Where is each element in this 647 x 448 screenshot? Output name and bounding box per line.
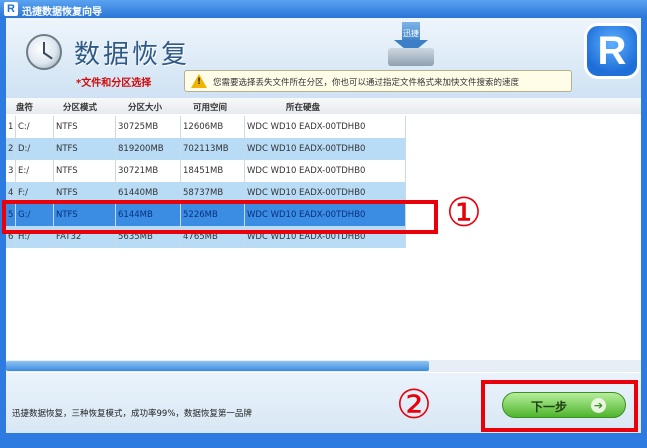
table-row[interactable]: 1 C:/NTFS 30725MB 12606MB WDC WD10 EADX-00TD… bbox=[6, 116, 406, 138]
tip-box: ! 您需要选择丢失文件所在分区，你也可以通过指定文件格式来加快文件搜索的速度 bbox=[184, 70, 572, 92]
column-header-disk[interactable]: 所在硬盘 bbox=[286, 101, 320, 113]
cell-disk: WDC WD10 EADX-00TDHB0 bbox=[245, 160, 406, 182]
row-index: 3 bbox=[6, 160, 16, 182]
column-header-mode[interactable]: 分区模式 bbox=[63, 101, 97, 113]
table-row[interactable]: 3 E:/NTFS 30721MB 18451MB WDC WD10 EADX-00TD… bbox=[6, 160, 406, 182]
cell-size: 30725MB bbox=[116, 116, 181, 138]
highlight-box-next-button bbox=[481, 380, 638, 432]
footer-slogan: 迅捷数据恢复，三种恢复模式，成功率99%，数据恢复第一品牌 bbox=[12, 409, 252, 419]
cell-free: 18451MB bbox=[181, 160, 245, 182]
clock-icon bbox=[26, 34, 62, 70]
window-title: 迅捷数据恢复向导 bbox=[22, 7, 102, 18]
row-index: 2 bbox=[6, 138, 16, 160]
cell-mode: NTFS bbox=[54, 160, 116, 182]
tip-text: 您需要选择丢失文件所在分区，你也可以通过指定文件格式来加快文件搜索的速度 bbox=[213, 78, 520, 88]
row-index: 1 bbox=[6, 116, 16, 138]
highlight-box-selected-row bbox=[2, 200, 438, 234]
brand-logo-icon: R bbox=[584, 23, 640, 79]
step-subtitle: *文件和分区选择 bbox=[76, 78, 152, 89]
download-icon: 迅捷 bbox=[380, 22, 440, 68]
header-panel: 数据恢复 *文件和分区选择 迅捷 ! 您需要选择丢失文件所在分区，你也可以通过指… bbox=[6, 18, 641, 98]
horizontal-scrollbar[interactable] bbox=[6, 360, 641, 372]
cell-size: 30721MB bbox=[116, 160, 181, 182]
download-icon-label: 迅捷 bbox=[403, 29, 419, 38]
cell-drive: C:/ bbox=[16, 116, 54, 138]
annotation-marker-2: ② bbox=[396, 382, 432, 428]
cell-mode: NTFS bbox=[54, 138, 116, 160]
scrollbar-thumb[interactable] bbox=[6, 361, 429, 371]
warning-mark: ! bbox=[196, 77, 202, 87]
cell-mode: NTFS bbox=[54, 116, 116, 138]
table-row[interactable]: 2 D:/NTFS 819200MB 702113MB WDC WD10 EADX-00… bbox=[6, 138, 406, 160]
app-logo-icon: R bbox=[4, 2, 18, 16]
cell-free: 702113MB bbox=[181, 138, 245, 160]
partition-table: 盘符 分区模式 分区大小 可用空间 所在硬盘 1 C:/NTFS 30725MB 12… bbox=[6, 98, 641, 373]
cell-disk: WDC WD10 EADX-00TDHB0 bbox=[245, 138, 406, 160]
column-header-free[interactable]: 可用空间 bbox=[193, 101, 227, 113]
cell-disk: WDC WD10 EADX-00TDHB0 bbox=[245, 116, 406, 138]
table-header: 盘符 分区模式 分区大小 可用空间 所在硬盘 bbox=[6, 98, 641, 114]
annotation-marker-1: ① bbox=[446, 190, 482, 236]
cell-size: 819200MB bbox=[116, 138, 181, 160]
app-window: R 迅捷数据恢复向导 数据恢复 *文件和分区选择 迅捷 ! 您需要选择丢失文件所… bbox=[0, 0, 647, 448]
column-header-size[interactable]: 分区大小 bbox=[128, 101, 162, 113]
title-bar: R 迅捷数据恢复向导 bbox=[0, 0, 647, 18]
cell-drive: D:/ bbox=[16, 138, 54, 160]
cell-free: 12606MB bbox=[181, 116, 245, 138]
cell-drive: E:/ bbox=[16, 160, 54, 182]
column-header-drive[interactable]: 盘符 bbox=[16, 101, 33, 113]
page-title: 数据恢复 bbox=[74, 40, 191, 70]
